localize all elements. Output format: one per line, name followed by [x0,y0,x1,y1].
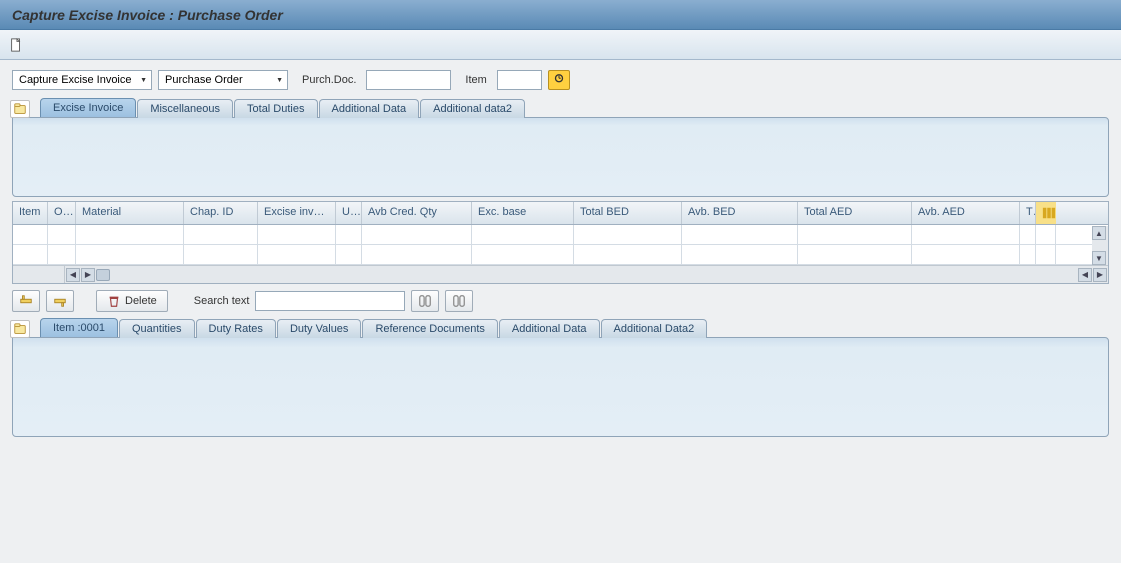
scroll-right-icon[interactable]: ▶ [81,268,95,282]
tab-additional-data[interactable]: Additional Data [319,99,420,118]
tab-additional-data2[interactable]: Additional data2 [420,99,525,118]
item-tab-panel: Item :0001 Quantities Duty Rates Duty Va… [0,318,1121,441]
colhdr-avb-cred-qty[interactable]: Avb Cred. Qty [362,202,472,224]
colhdr-excise-invoice[interactable]: Excise invoi... [258,202,336,224]
page-title: Capture Excise Invoice : Purchase Order [12,7,283,23]
colhdr-t[interactable]: T [1020,202,1036,224]
filter-row: Capture Excise Invoice Purchase Order Pu… [0,60,1121,98]
purch-doc-label: Purch.Doc. [302,74,356,86]
table-row[interactable] [13,245,1108,265]
tab-excise-invoice[interactable]: Excise Invoice [40,98,136,117]
table-row[interactable] [13,225,1108,245]
scroll-left-end-icon[interactable]: ◀ [1078,268,1092,282]
tab-reference-documents[interactable]: Reference Documents [362,319,497,338]
find-button[interactable] [411,290,439,312]
purch-doc-input[interactable] [366,70,451,90]
tab-item-additional-data[interactable]: Additional Data [499,319,600,338]
grid-actions-row: Delete Search text [0,284,1121,318]
scroll-thumb[interactable] [96,269,110,281]
scroll-left-icon[interactable]: ◀ [66,268,80,282]
insert-row-button[interactable] [12,290,40,312]
tab-duty-rates[interactable]: Duty Rates [196,319,276,338]
header-tab-body [12,117,1109,197]
colhdr-uom[interactable]: U... [336,202,362,224]
item-tab-body [12,337,1109,437]
colhdr-avb-aed[interactable]: Avb. AED [912,202,1020,224]
colhdr-material[interactable]: Material [76,202,184,224]
colhdr-item[interactable]: Item [13,202,48,224]
item-grid-header: Item OK Material Chap. ID Excise invoi..… [13,202,1108,225]
header-tab-panel: Excise Invoice Miscellaneous Total Dutie… [0,98,1121,201]
tab-miscellaneous[interactable]: Miscellaneous [137,99,233,118]
item-grid-wrap: Item OK Material Chap. ID Excise invoi..… [0,201,1121,284]
scroll-up-icon[interactable]: ▲ [1092,226,1106,240]
tab-quantities[interactable]: Quantities [119,319,195,338]
search-text-label: Search text [194,295,250,307]
colhdr-total-aed[interactable]: Total AED [798,202,912,224]
title-bar: Capture Excise Invoice : Purchase Order [0,0,1121,30]
app-toolbar [0,30,1121,60]
delete-button[interactable]: Delete [96,290,168,312]
tab-item-additional-data2[interactable]: Additional Data2 [601,319,708,338]
execute-button[interactable] [548,70,570,90]
action-dropdown-value: Capture Excise Invoice [19,74,132,86]
header-tab-row: Excise Invoice Miscellaneous Total Dutie… [12,98,1109,117]
document-icon[interactable] [8,37,24,53]
find-next-button[interactable] [445,290,473,312]
reference-dropdown-value: Purchase Order [165,74,243,86]
colhdr-exc-base[interactable]: Exc. base [472,202,574,224]
delete-button-label: Delete [125,295,157,307]
item-grid-rows [13,225,1108,265]
item-grid: Item OK Material Chap. ID Excise invoi..… [12,201,1109,284]
item-tab-row: Item :0001 Quantities Duty Rates Duty Va… [12,318,1109,337]
tab-total-duties[interactable]: Total Duties [234,99,317,118]
grid-configure-button[interactable] [1036,202,1056,224]
colhdr-total-bed[interactable]: Total BED [574,202,682,224]
colhdr-ok[interactable]: OK [48,202,76,224]
colhdr-chap-id[interactable]: Chap. ID [184,202,258,224]
item-input[interactable] [497,70,542,90]
reference-dropdown[interactable]: Purchase Order [158,70,288,90]
tab-duty-values[interactable]: Duty Values [277,319,362,338]
tab-item-0001[interactable]: Item :0001 [40,318,118,337]
item-label: Item [465,74,486,86]
action-dropdown[interactable]: Capture Excise Invoice [12,70,152,90]
colhdr-avb-bed[interactable]: Avb. BED [682,202,798,224]
search-text-input[interactable] [255,291,405,311]
delete-row-button[interactable] [46,290,74,312]
grid-vertical-scrollbar[interactable]: ▲ ▼ [1092,226,1108,265]
scroll-right-end-icon[interactable]: ▶ [1093,268,1107,282]
grid-horizontal-scrollbar[interactable]: ◀ ▶ ◀ ▶ [13,265,1108,283]
scroll-down-icon[interactable]: ▼ [1092,251,1106,265]
